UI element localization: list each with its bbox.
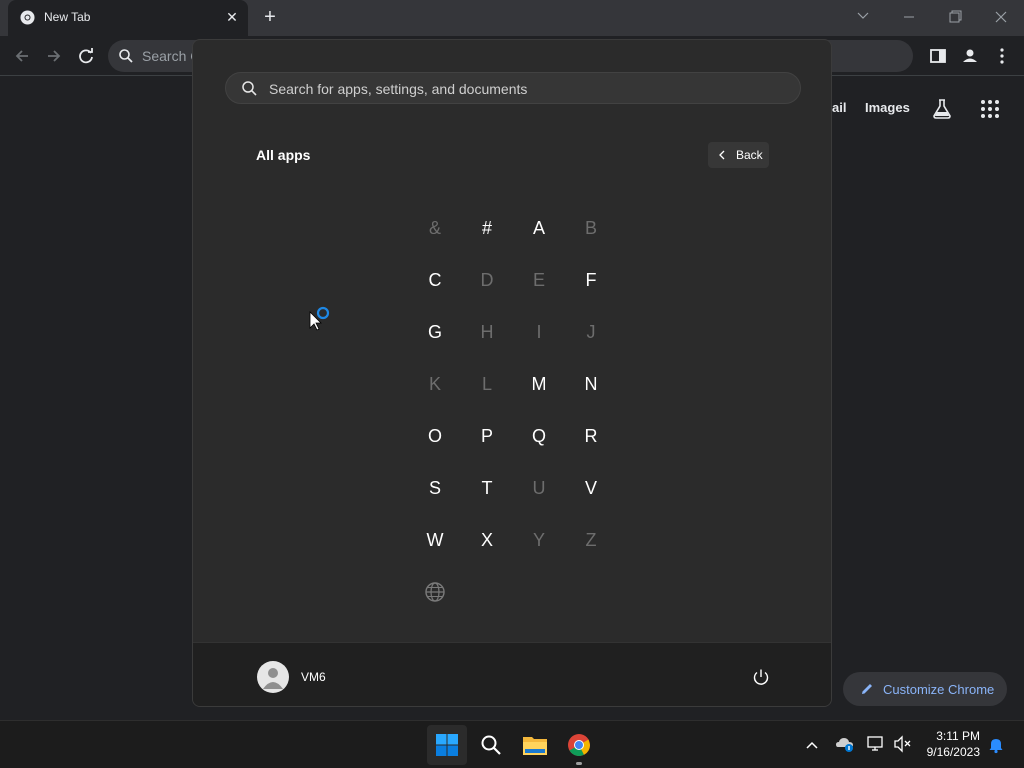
folder-icon [523,737,547,755]
search-icon [119,49,133,63]
file-explorer-button[interactable] [515,725,555,765]
restore-icon[interactable] [940,4,970,30]
network-icon[interactable] [866,735,886,753]
menu-kebab-icon[interactable] [990,44,1014,68]
letter-jump-25[interactable]: W [415,520,455,560]
letter-jump-8[interactable]: F [571,260,611,300]
close-window-icon[interactable] [986,4,1016,30]
globe-icon[interactable] [424,581,446,603]
profile-icon[interactable] [958,44,982,68]
notification-bell-icon[interactable] [987,736,1005,754]
search-icon [481,735,501,755]
letter-jump-17[interactable]: O [415,416,455,456]
letter-jump-16[interactable]: N [571,364,611,404]
letter-jump-10: H [480,322,494,342]
new-tab-button[interactable]: + [258,6,282,30]
back-button-label: Back [736,148,763,162]
letter-jump-15[interactable]: M [519,364,559,404]
minimize-icon[interactable] [894,4,924,30]
start-search-placeholder: Search for apps, settings, and documents [269,81,528,97]
tab-close-icon[interactable]: ✕ [224,9,240,25]
letter-jump-14: L [481,374,492,394]
letter-jump-12: J [586,322,596,342]
letter-jump-4: B [584,218,597,238]
running-indicator [576,762,582,765]
letter-jump-27: Y [532,530,545,550]
images-link[interactable]: Images [865,100,910,115]
letter-jump-7: E [532,270,545,290]
taskbar-search-button[interactable] [471,725,511,765]
back-arrow-icon[interactable] [10,44,34,68]
letter-jump-9[interactable]: G [415,312,455,352]
person-icon [263,668,283,689]
volume-muted-icon[interactable] [893,735,913,753]
letter-jump-22[interactable]: T [467,468,507,508]
clock-date[interactable]: 9/16/2023 [914,745,980,759]
letter-jump-2[interactable]: # [467,208,507,248]
gmail-link[interactable]: ail [832,100,846,115]
letter-jump-24[interactable]: V [571,468,611,508]
letter-jump-3[interactable]: A [519,208,559,248]
back-button[interactable]: Back [708,142,769,168]
search-icon [242,81,257,96]
pencil-icon [862,684,872,694]
clock-time[interactable]: 3:11 PM [920,729,980,743]
chrome-icon [568,734,590,756]
letter-jump-11: I [536,322,542,342]
start-menu: Search for apps, settings, and documents… [192,39,832,707]
busy-cursor-icon [309,306,330,331]
customize-chrome-label: Customize Chrome [883,682,995,697]
user-avatar[interactable] [257,661,289,693]
tab-search-icon[interactable] [848,4,878,30]
apps-grid-icon[interactable] [978,97,1002,121]
onedrive-icon[interactable] [835,735,855,753]
letter-jump-20[interactable]: R [571,416,611,456]
letter-jump-13: K [428,374,441,394]
start-button[interactable] [427,725,467,765]
letter-jump-28: Z [585,530,597,550]
letter-jump-1: & [428,218,441,238]
forward-arrow-icon[interactable] [42,44,66,68]
chevron-up-icon[interactable] [804,737,820,753]
side-panel-icon[interactable] [926,44,950,68]
tab-title: New Tab [44,10,91,24]
letter-jump-21[interactable]: S [415,468,455,508]
taskbar [0,720,1024,768]
power-icon[interactable] [751,667,771,687]
letter-jump-19[interactable]: Q [519,416,559,456]
browser-titlebar: New Tab ✕ + [0,0,1024,36]
windows-logo-icon [436,734,458,756]
tab-new-tab[interactable]: New Tab ✕ [8,0,248,36]
start-menu-footer: VM6 [193,642,831,706]
all-apps-heading: All apps [256,147,311,163]
start-search-input[interactable]: Search for apps, settings, and documents [225,72,801,104]
customize-chrome-button[interactable]: Customize Chrome [843,672,1007,706]
letter-jump-18[interactable]: P [467,416,507,456]
user-name[interactable]: VM6 [301,670,326,684]
chrome-taskbar-button[interactable] [559,725,599,765]
letter-jump-6: D [480,270,494,290]
letter-jump-26[interactable]: X [467,520,507,560]
chrome-icon [20,10,35,25]
reload-icon[interactable] [74,44,98,68]
letter-jump-5[interactable]: C [415,260,455,300]
chevron-left-icon [719,150,725,160]
labs-flask-icon[interactable] [930,97,954,121]
letter-jump-23: U [532,478,546,498]
